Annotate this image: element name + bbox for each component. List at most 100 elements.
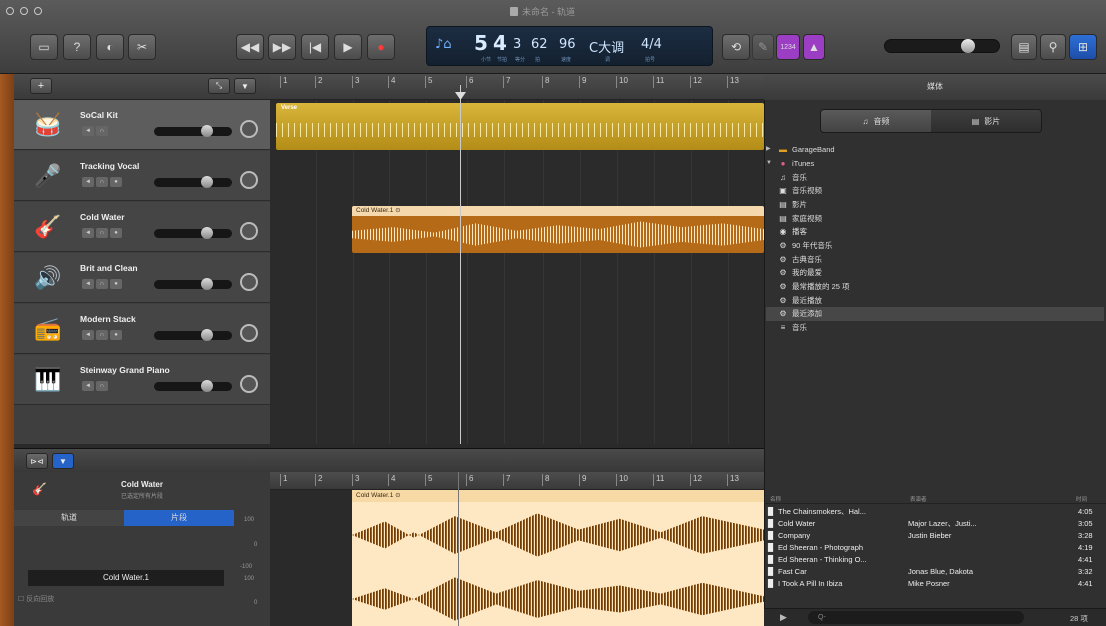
editor-catch-button[interactable]: ⊳⊲: [26, 453, 48, 469]
smart-controls-button[interactable]: ◐: [96, 34, 124, 60]
lcd-display[interactable]: ♪⌂ 5 4 3 62 96 C大调 4/4 小节 节拍 等分 拍 速度 调 拍…: [426, 26, 713, 66]
track-volume-slider[interactable]: [154, 125, 232, 137]
preview-play-button[interactable]: ▶: [780, 612, 787, 623]
mute-button[interactable]: ◄: [82, 177, 94, 187]
count-in-button[interactable]: 1234: [776, 34, 800, 60]
mute-button[interactable]: ◄: [82, 228, 94, 238]
song-row[interactable]: ▉ Ed Sheeran - Photograph 4:19: [768, 542, 1102, 554]
rewind-button[interactable]: ◀◀: [236, 34, 264, 60]
playhead[interactable]: [460, 85, 461, 444]
notepad-button[interactable]: ▤: [1011, 34, 1037, 60]
slider-knob[interactable]: [201, 380, 213, 392]
track-row[interactable]: 🎤 Tracking Vocal ◄ ∩ ●: [14, 151, 270, 201]
tab-movies[interactable]: ▤ 影片: [931, 110, 1041, 132]
tree-item-garageband[interactable]: ▶ ▬ GarageBand: [766, 143, 1104, 157]
tree-item[interactable]: ▣ 音乐视频: [766, 184, 1104, 198]
slider-knob[interactable]: [201, 125, 213, 137]
track-row[interactable]: 🥁 SoCal Kit ◄ ∩: [14, 100, 270, 150]
track-volume-slider[interactable]: [154, 380, 232, 392]
song-row[interactable]: ▉ Fast Car Jonas Blue, Dakota 3:32: [768, 566, 1102, 578]
tree-item[interactable]: ⚙ 最常播放的 25 项: [766, 280, 1104, 294]
headphones-icon[interactable]: ∩: [96, 330, 108, 340]
add-track-button[interactable]: +: [30, 78, 52, 94]
track-row[interactable]: 🔊 Brit and Clean ◄ ∩ ●: [14, 253, 270, 303]
disclosure-icon[interactable]: ▶: [766, 143, 774, 157]
editor-filter-button[interactable]: ▼: [52, 453, 74, 469]
column-artist[interactable]: 表演者: [910, 495, 927, 503]
tuner-button[interactable]: ✎: [752, 34, 774, 60]
tree-item[interactable]: ♫ 音乐: [766, 171, 1104, 185]
tracks-area[interactable]: [270, 100, 764, 444]
mute-button[interactable]: ◄: [82, 381, 94, 391]
editor-region[interactable]: Cold Water.1 ⊙: [352, 490, 764, 626]
song-row[interactable]: ▉ I Took A Pill In Ibiza Mike Posner 4:41: [768, 578, 1102, 590]
record-enable-button[interactable]: ●: [110, 228, 122, 238]
track-row[interactable]: 📻 Modern Stack ◄ ∩ ●: [14, 304, 270, 354]
tree-item[interactable]: ⚙ 90 年代音乐: [766, 239, 1104, 253]
quick-help-button[interactable]: ?: [63, 34, 91, 60]
headphones-icon[interactable]: ∩: [96, 279, 108, 289]
timeline-ruler[interactable]: 1 2 3 4 5 6 7 8 9 10 11 12 13: [270, 74, 764, 100]
zoom-window-button[interactable]: [34, 7, 42, 15]
cold-water-region[interactable]: Cold Water.1 ⊙: [352, 206, 764, 253]
verse-region[interactable]: Verse: [276, 103, 764, 150]
tab-region[interactable]: 片段: [124, 510, 234, 526]
column-time[interactable]: 时间: [1076, 495, 1087, 503]
filter-button[interactable]: ▼: [234, 78, 256, 94]
headphones-icon[interactable]: ∩: [96, 126, 108, 136]
tab-audio[interactable]: ♫ 音频: [821, 110, 931, 132]
catch-button[interactable]: ⤡: [208, 78, 230, 94]
record-enable-button[interactable]: ●: [110, 330, 122, 340]
mute-button[interactable]: ◄: [82, 330, 94, 340]
region-name-field[interactable]: Cold Water.1: [28, 570, 224, 586]
disclosure-icon[interactable]: ▼: [766, 157, 774, 171]
headphones-icon[interactable]: ∩: [96, 177, 108, 187]
play-button[interactable]: ▶: [334, 34, 362, 60]
pan-knob[interactable]: [240, 120, 258, 138]
headphones-icon[interactable]: ∩: [96, 228, 108, 238]
volume-knob[interactable]: [961, 39, 975, 53]
mute-button[interactable]: ◄: [82, 126, 94, 136]
record-enable-button[interactable]: ●: [110, 279, 122, 289]
tree-item[interactable]: ▤ 影片: [766, 198, 1104, 212]
song-row[interactable]: ▉ The Chainsmokers、Hal... 4:05: [768, 506, 1102, 518]
slider-knob[interactable]: [201, 278, 213, 290]
pan-knob[interactable]: [240, 171, 258, 189]
library-search-input[interactable]: Q-: [808, 611, 1024, 624]
loop-browser-button[interactable]: ⚲: [1040, 34, 1066, 60]
master-volume-slider[interactable]: [884, 39, 1000, 53]
track-volume-slider[interactable]: [154, 176, 232, 188]
column-name[interactable]: 名称: [770, 495, 781, 503]
pan-knob[interactable]: [240, 324, 258, 342]
go-to-beginning-button[interactable]: |◀: [301, 34, 329, 60]
tree-item[interactable]: ⚙ 我的最爱: [766, 266, 1104, 280]
slider-knob[interactable]: [201, 227, 213, 239]
media-browser-button[interactable]: ⊞: [1069, 34, 1097, 60]
tree-item[interactable]: ≡ 音乐: [766, 321, 1104, 335]
tree-item[interactable]: ⚙ 古典音乐: [766, 253, 1104, 267]
slider-knob[interactable]: [201, 329, 213, 341]
headphones-icon[interactable]: ∩: [96, 381, 108, 391]
mute-button[interactable]: ◄: [82, 279, 94, 289]
track-volume-slider[interactable]: [154, 227, 232, 239]
track-volume-slider[interactable]: [154, 329, 232, 341]
editor-ruler[interactable]: 1 2 3 4 5 6 7 8 9 10 11 12 13: [270, 472, 764, 490]
slider-knob[interactable]: [201, 176, 213, 188]
fast-forward-button[interactable]: ▶▶: [268, 34, 296, 60]
tree-item[interactable]: ⚙ 最近播放: [766, 294, 1104, 308]
track-row[interactable]: 🎹 Steinway Grand Piano ◄ ∩: [14, 355, 270, 405]
minimize-window-button[interactable]: [20, 7, 28, 15]
editors-button[interactable]: ✂: [128, 34, 156, 60]
record-button[interactable]: ●: [367, 34, 395, 60]
track-volume-slider[interactable]: [154, 278, 232, 290]
reverse-playback-checkbox[interactable]: ☐ 反向回放: [18, 594, 54, 604]
cycle-button[interactable]: ⟲: [722, 34, 750, 60]
pan-knob[interactable]: [240, 273, 258, 291]
library-button[interactable]: ▭: [30, 34, 58, 60]
tree-item[interactable]: ◉ 播客: [766, 225, 1104, 239]
tree-item-selected[interactable]: ⚙ 最近添加: [766, 307, 1104, 321]
tree-item-itunes[interactable]: ▼ ● iTunes: [766, 157, 1104, 171]
record-enable-button[interactable]: ●: [110, 177, 122, 187]
song-row[interactable]: ▉ Ed Sheeran - Thinking O... 4:41: [768, 554, 1102, 566]
metronome-button[interactable]: ▲: [803, 34, 825, 60]
